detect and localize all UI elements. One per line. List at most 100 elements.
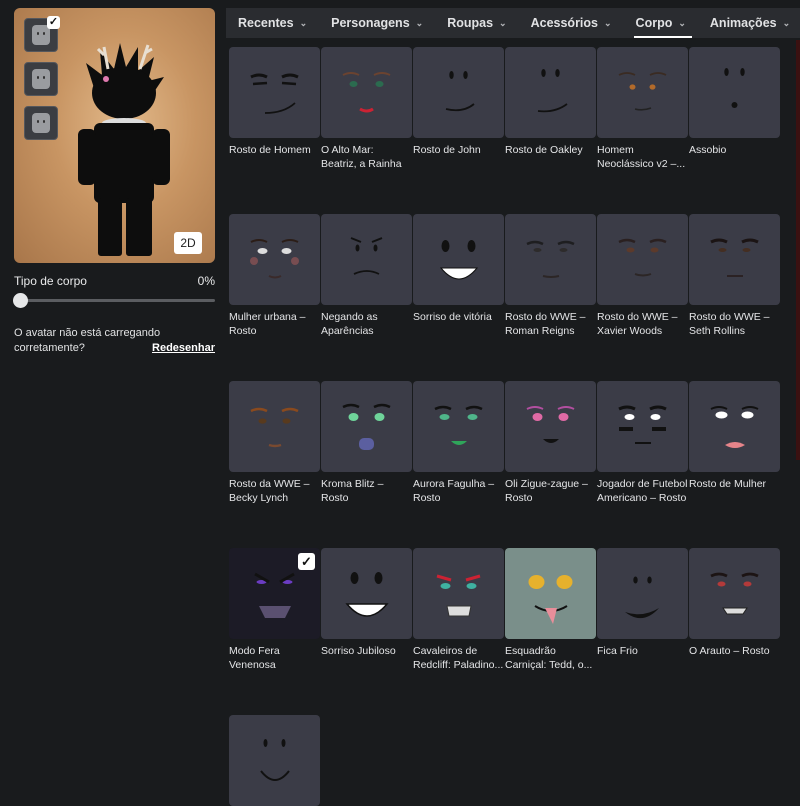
item-thumbnail[interactable] [689, 214, 780, 305]
item-thumbnail[interactable] [689, 47, 780, 138]
item-tile[interactable]: Assobio [689, 47, 780, 171]
item-tile[interactable]: O Arauto – Rosto [689, 548, 780, 672]
item-tile[interactable]: Sorriso Jubiloso [321, 548, 412, 672]
item-tile[interactable]: Mulher urbana – Rosto [229, 214, 320, 338]
item-thumbnail[interactable] [229, 715, 320, 806]
oli-face-icon [526, 406, 575, 443]
item-label: Esquadrão Carniçal: Tedd, o... [505, 645, 593, 671]
item-tile[interactable]: Jogador de Futebol Americano – Rosto [597, 381, 688, 505]
item-label: Rosto de John [413, 144, 481, 156]
item-thumbnail[interactable] [321, 47, 412, 138]
item-label: Oli Zigue-zague – Rosto [505, 478, 588, 504]
category-tabs: Recentes ⌄ Personagens ⌄ Roupas ⌄ Acessórios ⌄ C… [226, 8, 800, 38]
pirate-face-icon [342, 72, 391, 113]
ghoul-face-icon [528, 575, 573, 624]
item-thumbnail[interactable] [321, 214, 412, 305]
tab-animacoes[interactable]: Animações ⌄ [698, 8, 800, 38]
slider-knob[interactable] [13, 293, 28, 308]
item-tile[interactable]: Sorriso de vitória [413, 214, 504, 338]
item-thumbnail[interactable] [413, 381, 504, 472]
item-label: Fica Frio [597, 645, 638, 657]
item-tile[interactable]: Rosto de John [413, 47, 504, 171]
item-thumbnail[interactable] [505, 548, 596, 639]
thumbnail-head-2[interactable] [24, 62, 58, 96]
item-label: Rosto da WWE – Becky Lynch [229, 478, 310, 504]
item-thumbnail[interactable] [505, 47, 596, 138]
item-thumbnail[interactable] [597, 381, 688, 472]
thumbnail-head-selected[interactable]: ✓ [24, 16, 60, 52]
item-tile[interactable]: Kroma Blitz – Rosto [321, 381, 412, 505]
item-thumbnail[interactable] [689, 548, 780, 639]
item-tile[interactable]: Fica Frio [597, 548, 688, 672]
man-face-icon [250, 73, 299, 114]
oakley-face-icon [537, 69, 568, 113]
item-thumbnail[interactable] [505, 214, 596, 305]
tab-label: Recentes [238, 16, 294, 30]
item-thumbnail[interactable] [413, 548, 504, 639]
item-tile[interactable]: Rosto da WWE – Becky Lynch [229, 381, 320, 505]
item-tile[interactable]: O Alto Mar: Beatriz, a Rainha Pirata –..… [321, 47, 412, 171]
kroma-face-icon [342, 403, 391, 450]
scrollbar-edge[interactable] [796, 40, 800, 460]
toggle-2d-button[interactable]: 2D [174, 232, 202, 254]
item-thumbnail[interactable] [597, 214, 688, 305]
item-tile[interactable]: Oli Zigue-zague – Rosto [505, 381, 596, 505]
item-thumbnail[interactable]: ✓ [229, 548, 320, 639]
item-tile[interactable]: Rosto de Oakley [505, 47, 596, 171]
tab-recentes[interactable]: Recentes ⌄ [226, 8, 319, 38]
tab-personagens[interactable]: Personagens ⌄ [319, 8, 435, 38]
item-label: O Arauto – Rosto [689, 645, 770, 657]
item-tile[interactable]: Esquadrão Carniçal: Tedd, o... [505, 548, 596, 672]
body-type-slider[interactable] [13, 293, 215, 308]
item-tile[interactable]: Homem Neoclássico v2 –... [597, 47, 688, 171]
tab-roupas[interactable]: Roupas ⌄ [435, 8, 518, 38]
avatar-figure [78, 43, 170, 256]
item-thumbnail[interactable] [229, 47, 320, 138]
item-grid: Rosto de Homem O Alto Mar: Beatriz, a Rai… [229, 47, 789, 806]
chill-face-icon [625, 576, 659, 619]
chevron-down-icon: ⌄ [415, 17, 424, 28]
urban-face-icon [250, 239, 299, 279]
item-tile[interactable]: Rosto de Mulher [689, 381, 780, 505]
whistle-face-icon [724, 68, 745, 108]
item-tile[interactable]: Negando as Aparências [321, 214, 412, 338]
item-tile[interactable]: Rosto de Homem [229, 47, 320, 171]
tab-corpo[interactable]: Corpo ⌄ [624, 8, 698, 38]
tab-label: Roupas [447, 16, 494, 30]
denying-face-icon [350, 237, 383, 275]
item-label: Assobio [689, 144, 727, 156]
smile-face-icon [260, 739, 290, 781]
item-label: Rosto do WWE – Xavier Woods [597, 311, 678, 337]
avatar-preview: ✓ 2D [14, 8, 215, 263]
item-label: Rosto do WWE – Seth Rollins [689, 311, 770, 337]
item-thumbnail[interactable] [597, 47, 688, 138]
item-thumbnail[interactable] [689, 381, 780, 472]
item-tile[interactable] [229, 715, 320, 806]
check-icon: ✓ [47, 16, 60, 29]
chevron-down-icon: ⌄ [678, 17, 686, 28]
body-type-section: Tipo de corpo 0% [14, 274, 215, 288]
item-tile[interactable]: Rosto do WWE – Roman Reigns [505, 214, 596, 338]
item-thumbnail[interactable] [505, 381, 596, 472]
loading-notice: O avatar não está carregando corretament… [14, 326, 215, 356]
item-label: Rosto de Oakley [505, 144, 583, 156]
item-label: Rosto de Homem [229, 144, 311, 156]
wwe1-face-icon [526, 240, 575, 278]
item-tile[interactable]: Rosto do WWE – Xavier Woods [597, 214, 688, 338]
item-tile[interactable]: ✓ Modo Fera Venenosa [229, 548, 320, 672]
item-thumbnail[interactable] [229, 214, 320, 305]
item-thumbnail[interactable] [413, 47, 504, 138]
item-label: Aurora Fagulha – Rosto [413, 478, 495, 504]
tab-acessorios[interactable]: Acessórios ⌄ [519, 8, 624, 38]
item-thumbnail[interactable] [597, 548, 688, 639]
item-tile[interactable]: Aurora Fagulha – Rosto [413, 381, 504, 505]
item-thumbnail[interactable] [413, 214, 504, 305]
item-tile[interactable]: Rosto do WWE – Seth Rollins [689, 214, 780, 338]
football-face-icon [618, 405, 667, 444]
item-thumbnail[interactable] [321, 548, 412, 639]
item-thumbnail[interactable] [229, 381, 320, 472]
item-tile[interactable]: Cavaleiros de Redcliff: Paladino... [413, 548, 504, 672]
redraw-link[interactable]: Redesenhar [152, 341, 215, 356]
thumbnail-head-3[interactable] [24, 106, 58, 140]
item-thumbnail[interactable] [321, 381, 412, 472]
